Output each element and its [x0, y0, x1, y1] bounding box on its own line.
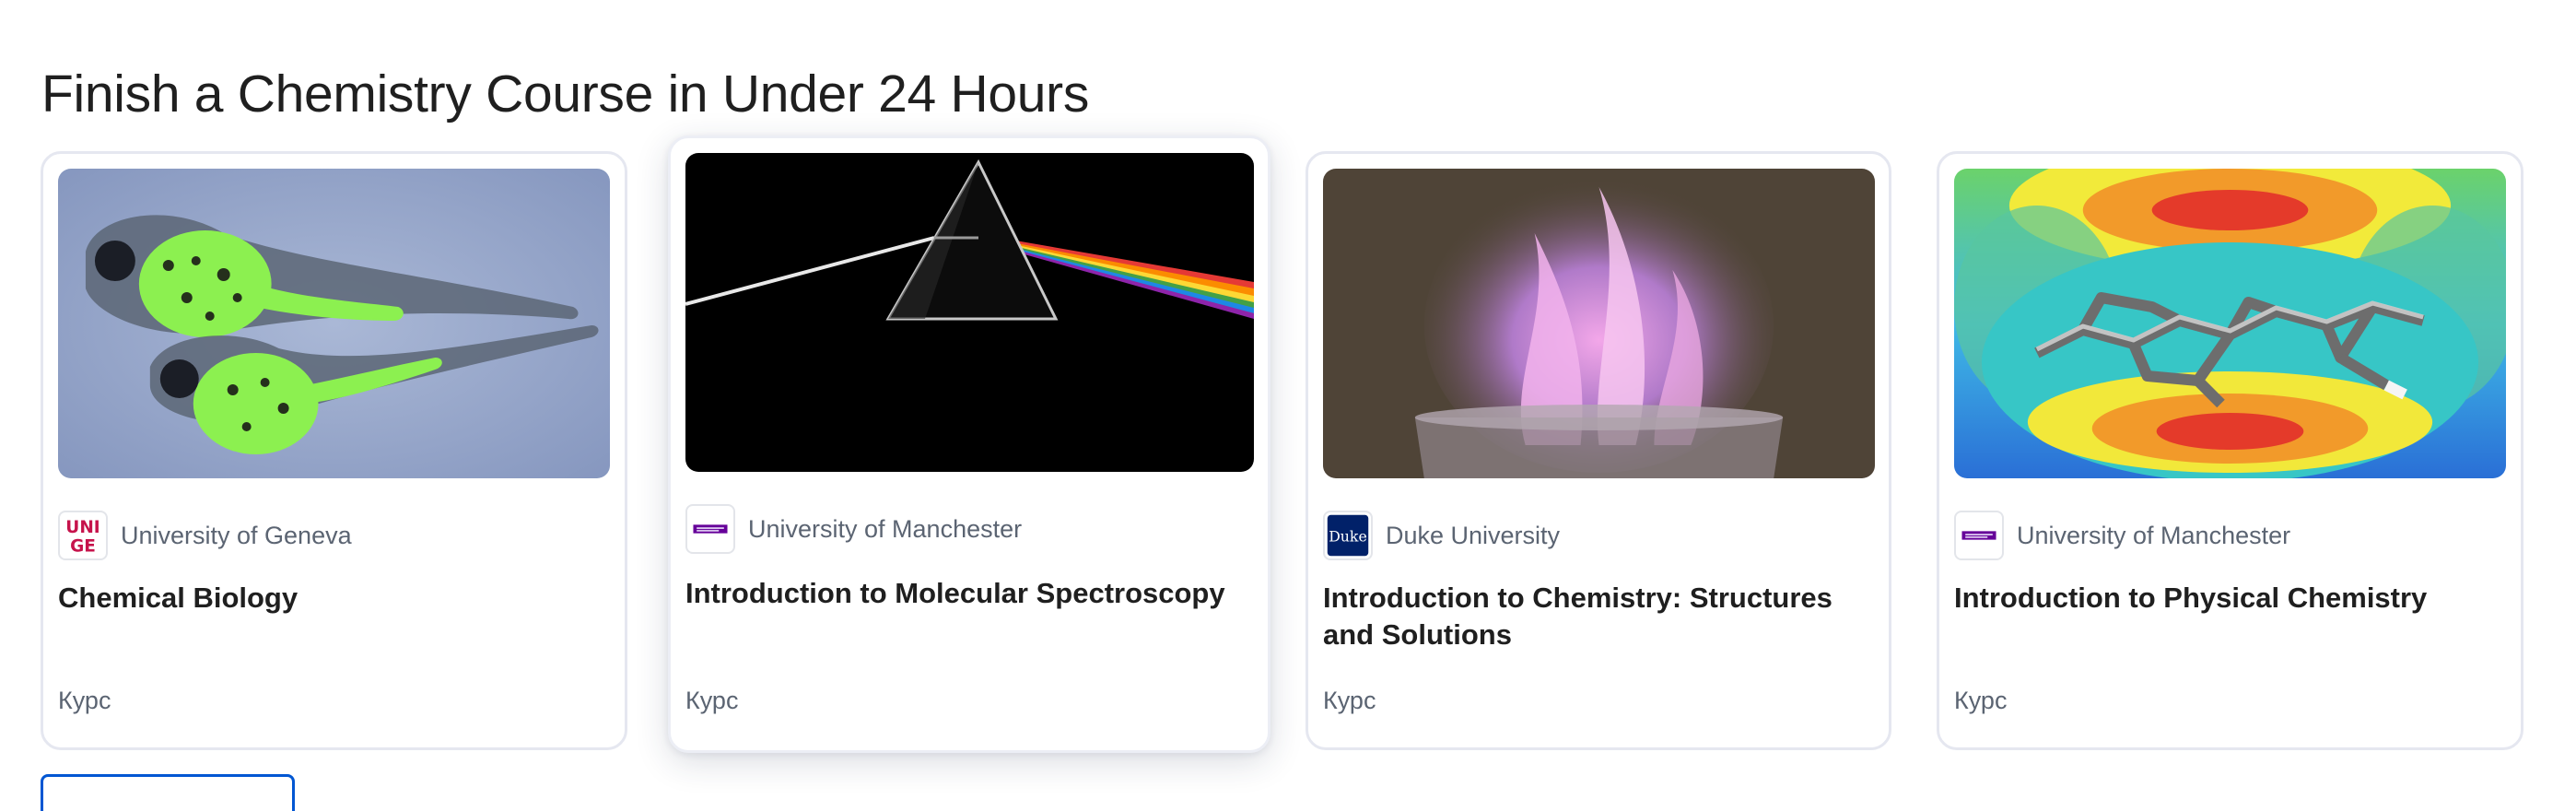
partner-name: University of Manchester	[2017, 521, 2291, 549]
course-title[interactable]: Introduction to Chemistry: Structures an…	[1323, 580, 1867, 653]
section-title: Finish a Chemistry Course in Under 24 Ho…	[41, 65, 1090, 123]
partner-info: UNI GE University of Geneva	[58, 511, 352, 560]
partner-name: University of Manchester	[748, 514, 1023, 543]
course-image-flame	[1323, 169, 1875, 478]
product-type-label: Курс	[685, 687, 739, 714]
partner-name: Duke University	[1386, 521, 1561, 549]
university-of-manchester-logo	[685, 504, 735, 554]
university-of-manchester-logo	[1954, 511, 2004, 560]
svg-text:Duke: Duke	[1329, 527, 1367, 545]
university-of-geneva-logo: UNI GE	[58, 511, 108, 560]
course-card-chemical-biology[interactable]: UNI GE University of Geneva Chemical Bio…	[41, 151, 627, 750]
partner-info: University of Manchester	[685, 504, 1022, 554]
product-type-label: Курс	[1323, 687, 1376, 714]
product-type-label: Курс	[1954, 687, 2008, 714]
partner-info: Duke Duke University	[1323, 511, 1560, 560]
svg-text:UNI: UNI	[65, 518, 100, 537]
course-card-physical-chemistry[interactable]: University of Manchester Introduction to…	[1937, 151, 2523, 750]
course-card-molecular-spectroscopy[interactable]: University of Manchester Introduction to…	[668, 135, 1270, 753]
partner-name: University of Geneva	[121, 521, 352, 549]
partner-info: University of Manchester	[1954, 511, 2290, 560]
duke-university-logo: Duke	[1323, 511, 1373, 560]
course-image-molecule	[1954, 169, 2506, 478]
course-card-chemistry-structures[interactable]: Duke Duke University Introduction to Che…	[1306, 151, 1891, 750]
course-title[interactable]: Introduction to Molecular Spectroscopy	[685, 575, 1246, 612]
show-more-button[interactable]	[41, 774, 295, 811]
course-image-prism	[685, 153, 1254, 472]
product-type-label: Курс	[58, 687, 111, 714]
svg-text:GE: GE	[70, 537, 96, 557]
course-title[interactable]: Introduction to Physical Chemistry	[1954, 580, 2499, 617]
course-title[interactable]: Chemical Biology	[58, 580, 603, 617]
course-image-zebrafish	[58, 169, 610, 478]
